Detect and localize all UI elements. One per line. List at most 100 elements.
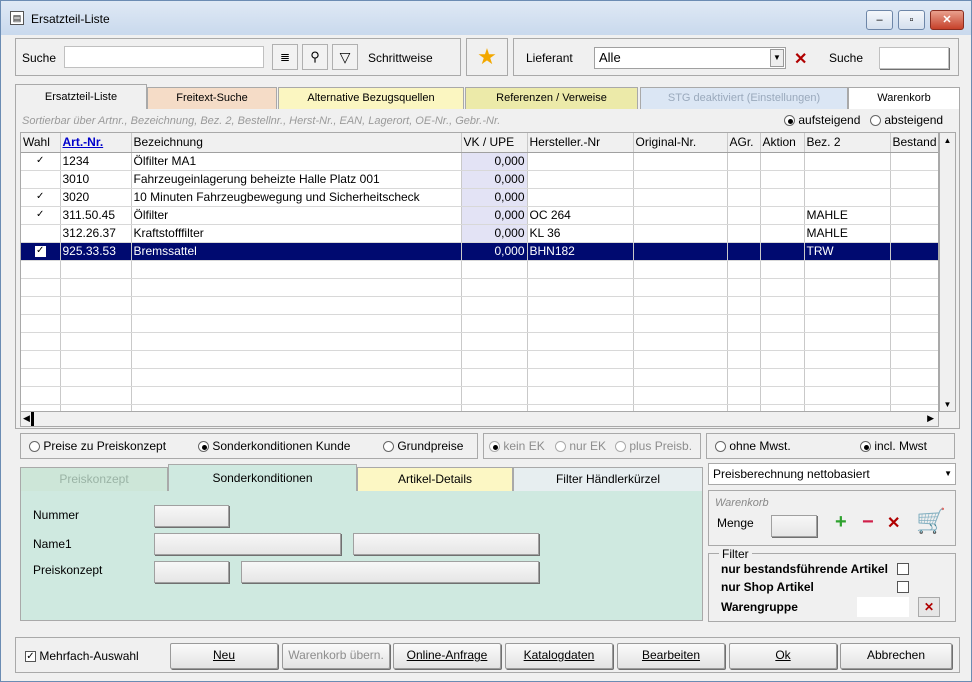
sort-asc[interactable]: aufsteigend	[784, 113, 860, 127]
clear-warengruppe-icon[interactable]: ✕	[918, 597, 940, 617]
search2-input[interactable]	[879, 47, 949, 69]
column-header[interactable]: Aktion	[760, 133, 805, 153]
close-button[interactable]: ✕	[930, 10, 964, 30]
remove-icon[interactable]: ✕	[887, 513, 900, 533]
column-header[interactable]: Art.-Nr.	[60, 133, 132, 153]
table-cell[interactable]	[760, 170, 805, 189]
row-checkbox[interactable]: ✓	[34, 246, 46, 258]
opt-sonder[interactable]: Sonderkonditionen Kunde	[198, 439, 350, 453]
table-cell[interactable]: Fahrzeugeinlagerung beheizte Halle Platz…	[131, 170, 462, 189]
table-cell[interactable]	[21, 170, 61, 189]
table-cell[interactable]: MAHLE	[804, 224, 891, 243]
column-header[interactable]: AGr.	[727, 133, 761, 153]
table-row[interactable]: 312.26.37 Kraftstofffilter 0,000 KL 36 MAHLE	[21, 224, 938, 243]
table-cell[interactable]: ✓	[21, 242, 61, 261]
table-cell[interactable]	[21, 224, 61, 243]
table-cell[interactable]: 3020	[60, 188, 132, 207]
preiskonzept-field[interactable]	[154, 561, 229, 583]
table-cell[interactable]	[804, 152, 891, 171]
column-header[interactable]: Hersteller.-Nr	[527, 133, 634, 153]
tab-ersatzteil-liste[interactable]: Ersatzteil-Liste	[15, 84, 147, 109]
table-cell[interactable]: ✓	[21, 206, 61, 225]
table-cell[interactable]	[890, 188, 938, 207]
opt-preise[interactable]: Preise zu Preiskonzept	[29, 439, 166, 453]
table-cell[interactable]	[727, 170, 761, 189]
table-cell[interactable]	[890, 170, 938, 189]
column-header[interactable]: Bezeichnung	[131, 133, 462, 153]
tab-preiskonzept[interactable]: Preiskonzept	[20, 467, 168, 491]
online-anfrage-button[interactable]: Online-Anfrage	[393, 643, 501, 669]
table-cell[interactable]	[760, 152, 805, 171]
table-cell[interactable]	[633, 188, 728, 207]
table-row[interactable]: 3010 Fahrzeugeinlagerung beheizte Halle P…	[21, 170, 938, 189]
table-cell[interactable]: MAHLE	[804, 206, 891, 225]
table-cell[interactable]: 1234	[60, 152, 132, 171]
clear-supplier-icon[interactable]: ✕	[794, 49, 807, 69]
search-icon[interactable]: ⚲	[302, 44, 328, 70]
table-cell[interactable]	[760, 206, 805, 225]
tab-sonderkonditionen[interactable]: Sonderkonditionen	[168, 464, 357, 492]
table-cell[interactable]: 311.50.45	[60, 206, 132, 225]
table-cell[interactable]	[727, 206, 761, 225]
supplier-select[interactable]: Alle	[594, 47, 786, 69]
opt-kein-ek[interactable]: kein EK	[489, 439, 545, 453]
chevron-down-icon[interactable]: ▼	[770, 49, 784, 67]
row-checkbox[interactable]: ✓	[34, 156, 46, 168]
table-cell[interactable]	[890, 206, 938, 225]
table-cell[interactable]: Ölfilter MA1	[131, 152, 462, 171]
table-cell[interactable]: TRW	[804, 242, 891, 261]
table-cell[interactable]	[633, 170, 728, 189]
tab-filter-haendlerkuerzel[interactable]: Filter Händlerkürzel	[513, 467, 703, 491]
plus-icon[interactable]: +	[835, 511, 847, 534]
table-cell[interactable]	[760, 242, 805, 261]
minus-icon[interactable]: −	[862, 511, 874, 534]
table-cell[interactable]	[633, 152, 728, 171]
neu-button[interactable]: Neu	[170, 643, 278, 669]
list-icon[interactable]: ≣	[272, 44, 298, 70]
scroll-up-icon[interactable]: ▲	[940, 133, 955, 149]
table-cell[interactable]	[633, 224, 728, 243]
table-cell[interactable]	[760, 188, 805, 207]
opt-grund[interactable]: Grundpreise	[383, 439, 463, 453]
row-checkbox[interactable]: ✓	[34, 192, 46, 204]
tab-stg-deaktiviert[interactable]: STG deaktiviert (Einstellungen)	[640, 87, 848, 109]
warenkorb-uebernehmen-button[interactable]: Warenkorb übern.	[282, 643, 390, 669]
abbrechen-button[interactable]: Abbrechen	[840, 643, 952, 669]
mehrfach-checkbox[interactable]: ✓	[25, 651, 36, 663]
table-row[interactable]: ✓ 1234 Ölfilter MA1 0,000	[21, 152, 938, 171]
table-row[interactable]: ✓ 311.50.45 Ölfilter 0,000 OC 264 MAHLE	[21, 206, 938, 225]
filter-icon[interactable]: ▽	[332, 44, 358, 70]
katalogdaten-button[interactable]: Katalogdaten	[505, 643, 613, 669]
tab-alternative-bezugsquellen[interactable]: Alternative Bezugsquellen	[278, 87, 464, 109]
table-cell[interactable]: Ölfilter	[131, 206, 462, 225]
table-cell[interactable]	[727, 224, 761, 243]
table-cell[interactable]	[633, 206, 728, 225]
table-cell[interactable]	[633, 242, 728, 261]
minimize-button[interactable]: ‒	[866, 10, 893, 30]
table-cell[interactable]: Kraftstofffilter	[131, 224, 462, 243]
column-header[interactable]: VK / UPE	[461, 133, 528, 153]
column-header[interactable]: Original-Nr.	[633, 133, 728, 153]
table-cell[interactable]: 0,000	[461, 206, 528, 225]
table-cell[interactable]: KL 36	[527, 224, 634, 243]
warengruppe-input[interactable]	[857, 597, 909, 617]
table-cell[interactable]	[727, 152, 761, 171]
name1-field-2[interactable]	[353, 533, 539, 555]
table-cell[interactable]: 925.33.53	[60, 242, 132, 261]
column-header[interactable]: Bez. 2	[804, 133, 891, 153]
tab-freitext-suche[interactable]: Freitext-Suche	[147, 87, 277, 109]
table-cell[interactable]	[527, 170, 634, 189]
table-cell[interactable]: 0,000	[461, 170, 528, 189]
nummer-field[interactable]	[154, 505, 229, 527]
bearbeiten-button[interactable]: Bearbeiten	[617, 643, 725, 669]
table-cell[interactable]	[727, 242, 761, 261]
mehrfach-auswahl[interactable]: ✓ Mehrfach-Auswahl	[25, 649, 139, 663]
tab-referenzen-verweise[interactable]: Referenzen / Verweise	[465, 87, 638, 109]
table-cell[interactable]: 10 Minuten Fahrzeugbewegung und Sicherhe…	[131, 188, 462, 207]
table-row[interactable]: ✓ 925.33.53 Bremssattel 0,000 BHN182 TRW	[21, 242, 938, 261]
row-checkbox[interactable]: ✓	[34, 210, 46, 222]
vertical-scrollbar[interactable]: ▲ ▼	[939, 132, 956, 412]
tab-warenkorb[interactable]: Warenkorb	[848, 87, 960, 109]
table-cell[interactable]: ✓	[21, 152, 61, 171]
table-row[interactable]: ✓ 3020 10 Minuten Fahrzeugbewegung und Sic…	[21, 188, 938, 207]
